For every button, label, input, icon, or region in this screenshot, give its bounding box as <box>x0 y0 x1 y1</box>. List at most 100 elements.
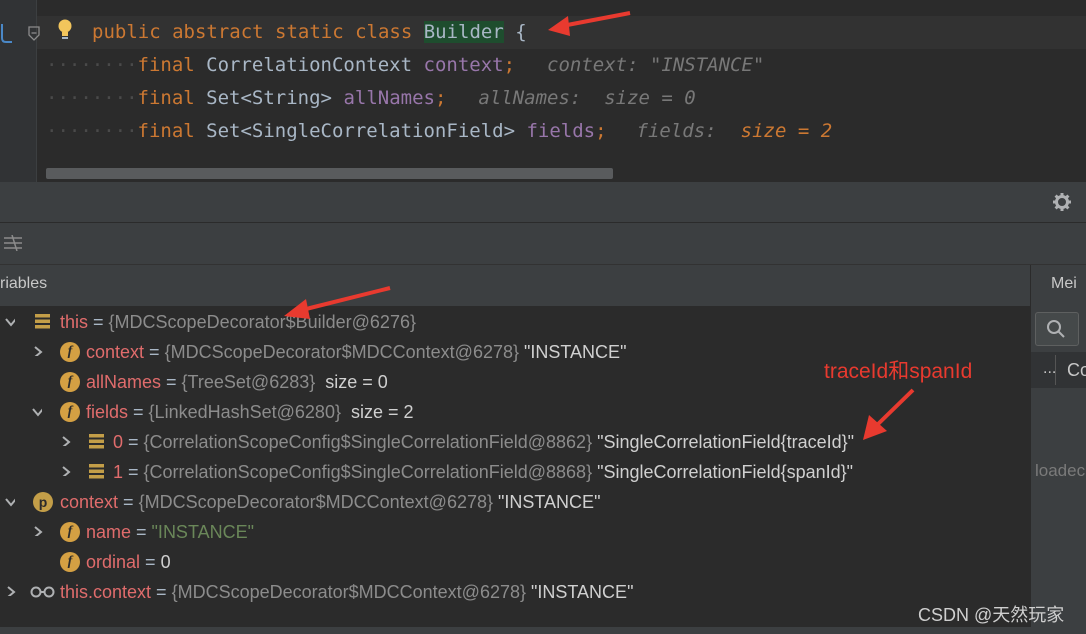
indent-guides: ········ <box>46 54 138 76</box>
equals-sign: = <box>118 492 139 512</box>
variable-value: size = 0 <box>315 372 388 392</box>
variable-name: allNames <box>86 372 162 392</box>
variable-ref: {MDCScopeDecorator$MDCContext@6278} <box>171 582 526 602</box>
code-editor[interactable]: public abstract static class Builder { ·… <box>0 0 1086 182</box>
indent-guides: ········ <box>46 87 138 109</box>
variable-name: this.context <box>60 582 152 602</box>
field-icon: f <box>60 342 80 362</box>
variable-value: "INSTANCE" <box>519 342 627 362</box>
equals-sign: = <box>144 342 165 362</box>
variable-row[interactable]: context = {MDCScopeDecorator$MDCContext@… <box>60 487 600 517</box>
chevron-right-icon[interactable] <box>6 586 16 596</box>
variable-value: "INSTANCE" <box>151 522 255 542</box>
fold-marker-icon[interactable] <box>27 25 41 43</box>
variable-name: fields <box>86 402 129 422</box>
chevron-right-icon[interactable] <box>61 436 71 446</box>
horizontal-scrollbar[interactable] <box>46 168 613 179</box>
annotation-arrow-1 <box>548 11 631 36</box>
class-column-header[interactable]: Co <box>1067 360 1086 381</box>
layout-settings-icon[interactable] <box>4 235 24 251</box>
code-line-3[interactable]: ········final Set<String> allNames; allNa… <box>46 82 696 115</box>
variable-row[interactable]: context = {MDCScopeDecorator$MDCContext@… <box>86 337 626 367</box>
variable-row[interactable]: fields = {LinkedHashSet@6280} size = 2 <box>86 397 414 427</box>
variables-tab[interactable]: riables <box>0 275 47 293</box>
semicolon: ; <box>503 54 516 76</box>
variable-name: 1 <box>113 462 124 482</box>
object-icon <box>89 464 104 479</box>
field-icon: f <box>60 552 80 572</box>
debug-arrow-icon <box>1 24 12 43</box>
memory-search-box[interactable] <box>1035 312 1079 346</box>
memory-status: loadec <box>1035 461 1086 480</box>
variable-ref: {CorrelationScopeConfig$SingleCorrelatio… <box>143 462 593 482</box>
inline-value-hint: context: "INSTANCE" <box>547 54 765 76</box>
search-icon <box>1047 320 1065 338</box>
equals-sign: = <box>161 372 182 392</box>
variable-name: name <box>86 522 132 542</box>
object-icon <box>89 434 104 449</box>
semicolon: ; <box>595 120 607 142</box>
final-keyword: final <box>137 120 207 142</box>
field-icon: f <box>60 372 80 392</box>
variable-row[interactable]: 1 = {CorrelationScopeConfig$SingleCorrel… <box>113 457 853 487</box>
field-name: context <box>423 54 504 76</box>
equals-sign: = <box>151 582 172 602</box>
inline-value-hint-size: size = 2 <box>740 120 833 142</box>
semicolon: ; <box>434 87 447 109</box>
variable-ref: {LinkedHashSet@6280} <box>148 402 341 422</box>
code-keywords: public abstract static class <box>92 21 424 43</box>
field-type: CorrelationContext <box>206 54 424 76</box>
variable-row[interactable]: this.context = {MDCScopeDecorator$MDCCon… <box>60 577 633 607</box>
inline-value-hint: allNames: size = 0 <box>478 87 696 109</box>
field-name: allNames <box>343 87 435 109</box>
column-divider <box>1055 355 1056 385</box>
code-line-4[interactable]: ········final Set<SingleCorrelationField… <box>46 115 832 148</box>
final-keyword: final <box>137 54 207 76</box>
equals-sign: = <box>88 312 109 332</box>
equals-sign: = <box>128 402 149 422</box>
field-name: fields <box>526 120 596 142</box>
equals-sign: = <box>123 462 144 482</box>
chevron-right-icon[interactable] <box>33 346 43 356</box>
gear-icon[interactable] <box>1052 192 1072 212</box>
code-line-2[interactable]: ········final CorrelationContext context… <box>46 49 764 82</box>
watermark: CSDN @天然玩家 <box>918 605 1065 625</box>
code-line-1[interactable]: public abstract static class Builder { <box>92 16 527 49</box>
variable-value: 0 <box>160 552 171 572</box>
chevron-down-icon[interactable] <box>5 317 15 327</box>
debugger-title-bar <box>0 182 1086 223</box>
field-type: Set<String> <box>206 87 344 109</box>
variable-name: context <box>86 342 145 362</box>
chevron-right-icon[interactable] <box>61 466 71 476</box>
lightbulb-icon[interactable] <box>55 18 75 42</box>
variable-ref: {TreeSet@6283} <box>181 372 316 392</box>
annotation-arrow-3 <box>863 388 915 440</box>
equals-sign: = <box>123 432 144 452</box>
memory-panel: Mei ... Co loadec <box>1030 265 1086 627</box>
variable-name: 0 <box>113 432 124 452</box>
variable-ref: {MDCScopeDecorator$MDCContext@6278} <box>164 342 519 362</box>
memory-tab[interactable]: Mei <box>1051 275 1077 293</box>
indent-guides: ········ <box>46 120 138 142</box>
variables-header: riables <box>0 265 1030 307</box>
variable-value: "INSTANCE" <box>526 582 634 602</box>
class-name-builder: Builder <box>423 21 504 43</box>
variable-value: "SingleCorrelationField{spanId}" <box>592 462 854 482</box>
variable-row[interactable]: ordinal = 0 <box>86 547 171 577</box>
chevron-right-icon[interactable] <box>33 526 43 536</box>
bottom-bar <box>0 627 1086 634</box>
equals-sign: = <box>140 552 161 572</box>
chevron-down-icon[interactable] <box>5 497 15 507</box>
inline-value-hint-label: fields: <box>636 120 717 142</box>
variable-value: "INSTANCE" <box>493 492 601 512</box>
variable-row[interactable]: name = "INSTANCE" <box>86 517 254 547</box>
variable-name: ordinal <box>86 552 141 572</box>
variable-row[interactable]: 0 = {CorrelationScopeConfig$SingleCorrel… <box>113 427 854 457</box>
debugger-toolbar <box>0 223 1086 265</box>
watch-glasses-icon <box>30 586 55 598</box>
variable-row[interactable]: allNames = {TreeSet@6283} size = 0 <box>86 367 388 397</box>
equals-sign: = <box>131 522 152 542</box>
memory-table-header: ... Co <box>1031 352 1086 388</box>
chevron-down-icon[interactable] <box>32 407 42 417</box>
parameter-icon: p <box>33 492 53 512</box>
